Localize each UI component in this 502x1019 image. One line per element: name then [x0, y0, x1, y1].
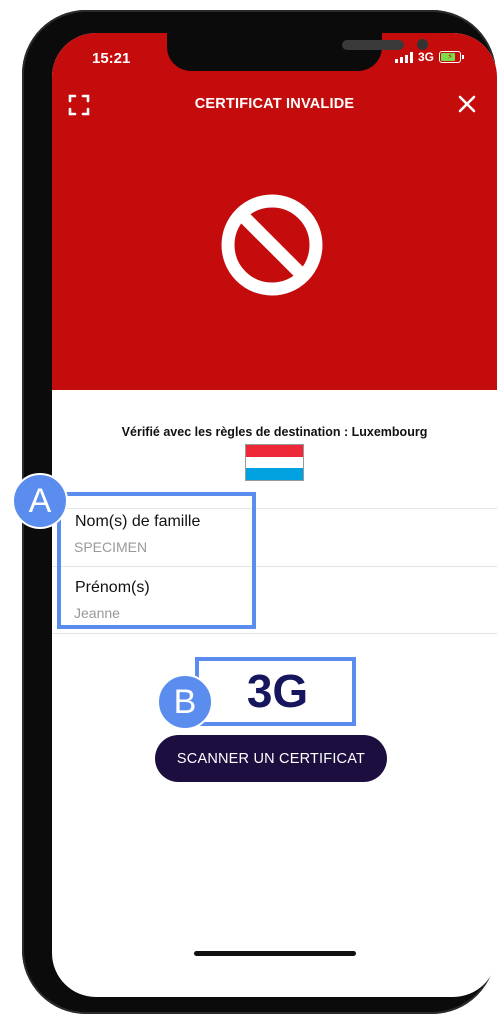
status-indicators: 3G ⚡ — [394, 50, 464, 64]
highlight-box-a — [57, 492, 256, 629]
close-icon[interactable] — [457, 94, 477, 114]
highlight-box-b — [195, 657, 356, 726]
network-type: 3G — [417, 50, 434, 64]
destination-rules-text: Vérifié avec les règles de destination :… — [121, 425, 428, 439]
battery-icon: ⚡ — [439, 51, 464, 63]
speaker — [342, 40, 404, 50]
scan-certificate-button[interactable]: SCANNER UN CERTIFICAT — [155, 735, 387, 782]
home-indicator[interactable] — [194, 951, 356, 956]
forbidden-icon — [221, 194, 323, 296]
status-time: 15:21 — [92, 50, 131, 67]
signal-icon — [394, 51, 413, 63]
phone-notch — [167, 33, 428, 71]
divider — [52, 633, 497, 634]
luxembourg-flag-icon — [245, 444, 304, 481]
annotation-badge-a: A — [12, 473, 68, 529]
page-title: CERTIFICAT INVALIDE — [194, 96, 355, 112]
front-camera — [417, 39, 428, 50]
annotation-badge-b: B — [157, 674, 213, 730]
